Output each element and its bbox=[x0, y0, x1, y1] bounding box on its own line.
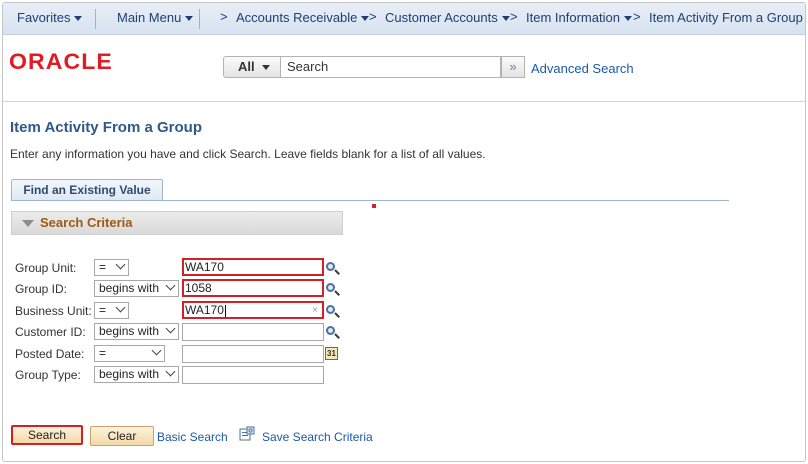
search-criteria-label: Search Criteria bbox=[40, 215, 133, 230]
basic-search-link[interactable]: Basic Search bbox=[157, 430, 228, 444]
posted-date-input[interactable] bbox=[182, 345, 324, 363]
save-search-criteria-link[interactable]: Save Search Criteria bbox=[262, 430, 373, 444]
chevron-down-icon bbox=[165, 280, 176, 291]
chevron-down-icon bbox=[115, 302, 126, 313]
lookup-icon[interactable] bbox=[325, 325, 340, 339]
calendar-icon[interactable]: 31 bbox=[325, 347, 338, 360]
marker-dot bbox=[372, 204, 376, 208]
operator-value: begins with bbox=[99, 367, 160, 381]
business-unit-label: Business Unit: bbox=[15, 304, 92, 318]
posted-date-label: Posted Date: bbox=[15, 347, 85, 361]
chevron-down-icon bbox=[261, 65, 270, 71]
chevron-down-icon bbox=[151, 345, 162, 356]
text-cursor bbox=[224, 304, 226, 317]
operator-value: = bbox=[99, 303, 107, 317]
tab-underline bbox=[11, 200, 729, 201]
breadcrumb-customer-accounts[interactable]: Customer Accounts bbox=[385, 9, 510, 29]
lookup-icon[interactable] bbox=[325, 304, 340, 318]
breadcrumb-separator: > bbox=[510, 9, 518, 24]
search-go-button[interactable]: » bbox=[501, 56, 525, 78]
search-scope-label: All bbox=[238, 59, 255, 74]
chevron-down-icon bbox=[165, 323, 176, 334]
advanced-search-link[interactable]: Advanced Search bbox=[531, 61, 634, 76]
collapse-triangle-icon bbox=[22, 220, 34, 227]
tab-find-existing-value[interactable]: Find an Existing Value bbox=[11, 179, 163, 201]
group-type-label: Group Type: bbox=[15, 368, 81, 382]
breadcrumb-separator: > bbox=[633, 9, 641, 24]
oracle-logo: ORACLE bbox=[9, 49, 113, 75]
app-frame: Favorites Main Menu > Accounts Receivabl… bbox=[2, 2, 806, 462]
save-search-icon[interactable] bbox=[239, 426, 255, 442]
main-menu[interactable]: Main Menu bbox=[117, 9, 194, 29]
chevron-down-icon bbox=[115, 259, 126, 270]
operator-value: = bbox=[99, 346, 107, 360]
breadcrumb-separator: > bbox=[369, 9, 377, 24]
instructions-text: Enter any information you have and click… bbox=[10, 147, 486, 161]
favorites-menu[interactable]: Favorites bbox=[17, 9, 83, 29]
page-title: Item Activity From a Group bbox=[10, 119, 202, 136]
logo-text: ORACLE bbox=[9, 49, 113, 74]
favorites-label: Favorites bbox=[17, 10, 71, 25]
search-button[interactable]: Search bbox=[11, 425, 83, 445]
chevron-down-icon bbox=[623, 16, 632, 22]
main-menu-label: Main Menu bbox=[117, 10, 182, 25]
operator-value: = bbox=[99, 260, 107, 274]
breadcrumb-label: Customer Accounts bbox=[385, 10, 498, 25]
group-id-label: Group ID: bbox=[15, 282, 68, 296]
breadcrumb-current: Item Activity From a Group bbox=[649, 10, 803, 25]
chevron-down-icon bbox=[74, 16, 83, 22]
group-type-input[interactable] bbox=[182, 366, 324, 384]
nav-bar: Favorites Main Menu > Accounts Receivabl… bbox=[3, 3, 805, 35]
breadcrumb-separator: > bbox=[220, 9, 228, 24]
chevron-down-icon bbox=[501, 16, 510, 22]
group-unit-label: Group Unit: bbox=[15, 261, 77, 275]
global-search-input[interactable]: Search bbox=[281, 56, 501, 78]
breadcrumb-accounts-receivable[interactable]: Accounts Receivable bbox=[236, 9, 370, 29]
nav-divider bbox=[199, 9, 200, 29]
nav-divider bbox=[95, 9, 96, 29]
header-divider bbox=[3, 101, 805, 102]
clear-field-icon[interactable]: × bbox=[312, 304, 318, 318]
breadcrumb-item-information[interactable]: Item Information bbox=[526, 9, 632, 29]
group-id-operator-select[interactable]: begins with bbox=[94, 280, 179, 297]
clear-button[interactable]: Clear bbox=[90, 426, 154, 446]
business-unit-input[interactable]: WA170 × bbox=[182, 301, 324, 319]
group-unit-operator-select[interactable]: = bbox=[94, 259, 129, 276]
group-id-input[interactable]: 1058 bbox=[182, 279, 324, 297]
posted-date-operator-select[interactable]: = bbox=[94, 345, 165, 362]
double-chevron-right-icon: » bbox=[509, 59, 517, 74]
business-unit-value: WA170 bbox=[185, 303, 224, 317]
lookup-icon[interactable] bbox=[325, 282, 340, 296]
operator-value: begins with bbox=[99, 281, 160, 295]
breadcrumb-label: Accounts Receivable bbox=[236, 10, 358, 25]
search-scope-dropdown[interactable]: All bbox=[223, 56, 281, 78]
breadcrumb-label: Item Information bbox=[526, 10, 620, 25]
business-unit-operator-select[interactable]: = bbox=[94, 302, 129, 319]
group-unit-input[interactable]: WA170 bbox=[182, 258, 324, 276]
chevron-down-icon bbox=[165, 366, 176, 377]
search-criteria-header[interactable]: Search Criteria bbox=[11, 211, 343, 235]
chevron-down-icon bbox=[185, 16, 194, 22]
lookup-icon[interactable] bbox=[325, 261, 340, 275]
operator-value: begins with bbox=[99, 324, 160, 338]
customer-id-label: Customer ID: bbox=[15, 325, 86, 339]
customer-id-operator-select[interactable]: begins with bbox=[94, 323, 179, 340]
group-type-operator-select[interactable]: begins with bbox=[94, 366, 179, 383]
customer-id-input[interactable] bbox=[182, 323, 324, 341]
